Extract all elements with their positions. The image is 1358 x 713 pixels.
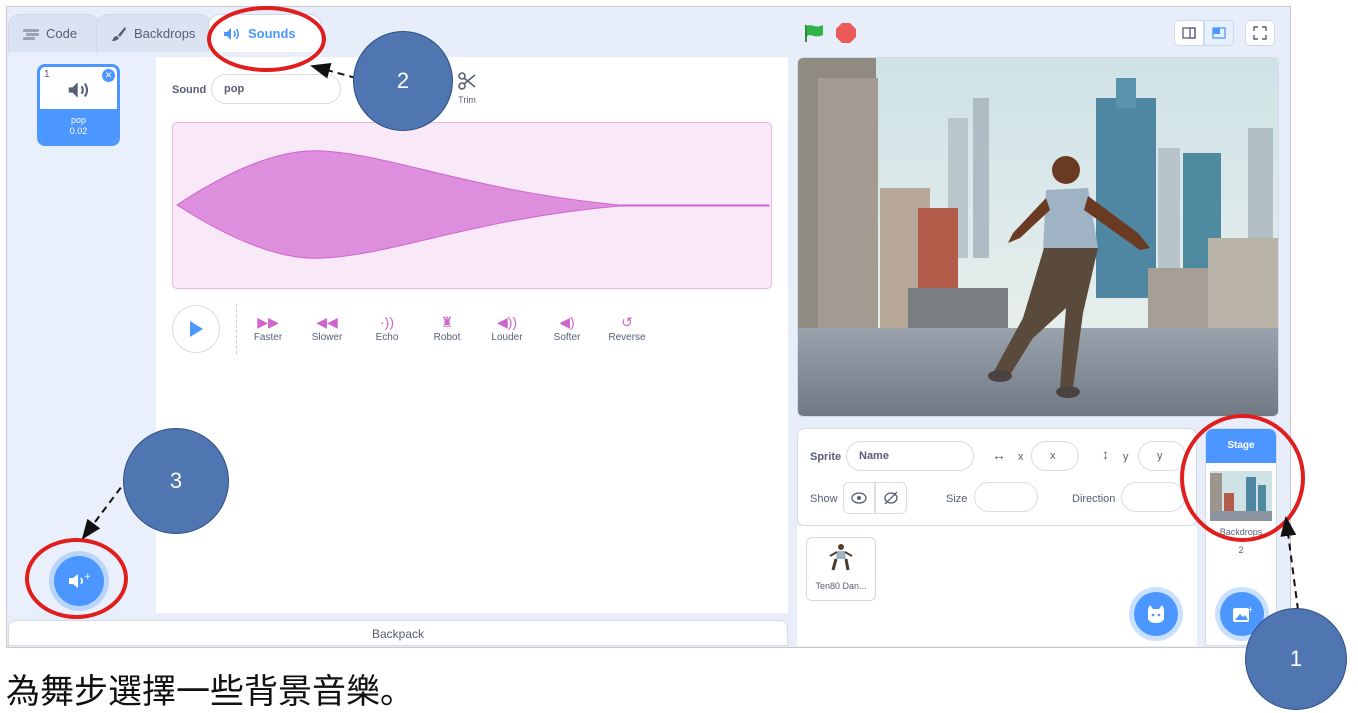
step-marker-1: 1: [1245, 608, 1347, 710]
step-marker-2: 2: [353, 31, 453, 131]
step-marker-2-label: 2: [396, 68, 410, 93]
step-marker-3-label: 3: [169, 468, 183, 493]
step-marker-3: 3: [123, 428, 229, 534]
step-marker-1-label: 1: [1289, 646, 1303, 671]
annotation-arrows: [81, 63, 1299, 611]
caption-text: 為舞步選擇一些背景音樂。: [6, 672, 414, 712]
